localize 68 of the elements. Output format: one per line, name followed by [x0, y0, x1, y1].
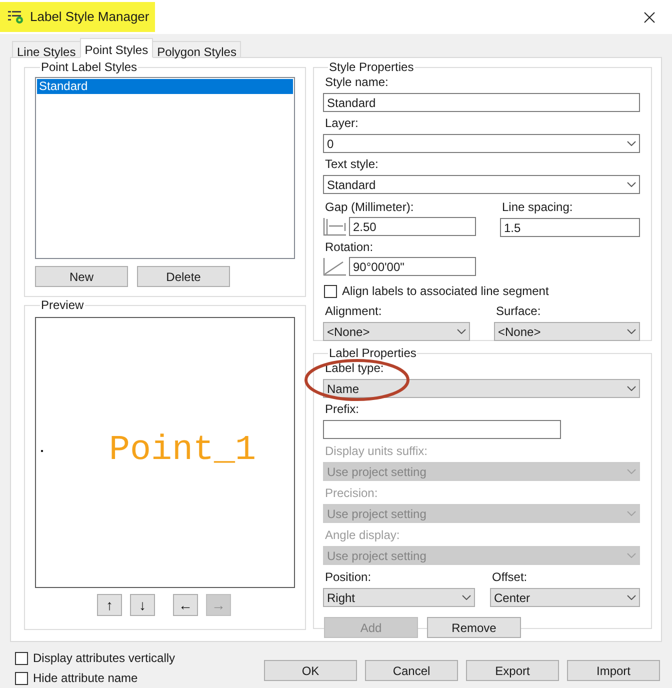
button[interactable]: Import — [567, 660, 660, 681]
list-gear-icon — [8, 10, 24, 24]
field-label: Layer: — [324, 116, 358, 130]
group-title: Point Label Styles — [40, 61, 138, 73]
field-label: Label type: — [324, 361, 384, 375]
button[interactable]: Delete — [137, 266, 230, 287]
tab[interactable]: Point Styles — [80, 38, 154, 58]
checkbox[interactable] — [324, 284, 337, 298]
button[interactable]: Cancel — [365, 660, 458, 681]
group-title: Label Properties — [328, 347, 418, 359]
button[interactable]: Remove — [427, 617, 521, 638]
field-label: Line spacing: — [501, 200, 573, 214]
chevron-icon — [457, 329, 466, 334]
text-field[interactable] — [323, 420, 561, 439]
field-label: Rotation: — [324, 240, 374, 254]
text-field[interactable]: 90°00'00" — [349, 257, 476, 276]
field-label: Precision: — [324, 486, 378, 500]
dropdown[interactable]: 0 — [323, 134, 640, 153]
field-label: Offset: — [491, 570, 528, 584]
chevron-icon — [627, 329, 636, 334]
arrow-button[interactable]: ↑ — [97, 594, 122, 616]
list-item[interactable]: Standard — [37, 79, 293, 94]
field-label: Style name: — [324, 75, 388, 89]
text-field[interactable]: 2.50 — [349, 217, 476, 236]
checkbox-label: Hide attribute name — [33, 671, 138, 685]
arrow-button[interactable]: ← — [173, 594, 198, 616]
field-label: Gap (Millimeter): — [324, 200, 414, 214]
group-title: Style Properties — [328, 61, 415, 73]
checkbox-label: Align labels to associated line segment — [342, 284, 549, 298]
tab[interactable]: Line Styles — [12, 41, 81, 58]
dropdown[interactable]: <None> — [323, 322, 470, 341]
angle-icon — [323, 257, 347, 276]
field-label: Prefix: — [324, 402, 360, 416]
point-label: Point_1 — [109, 430, 256, 470]
checkbox-label: Display attributes vertically — [33, 651, 176, 665]
field-label: Alignment: — [324, 304, 382, 318]
chevron-icon — [627, 469, 636, 474]
dropdown[interactable]: Center — [490, 588, 640, 607]
checkbox[interactable] — [15, 652, 28, 664]
field-label: Position: — [324, 570, 372, 584]
field-label: Text style: — [324, 157, 378, 171]
text-field[interactable]: 1.5 — [500, 218, 640, 237]
dropdown[interactable]: Standard — [323, 175, 640, 194]
dropdown[interactable]: <None> — [494, 322, 640, 341]
field-label: Surface: — [495, 304, 541, 318]
field-label: Display units suffix: — [324, 444, 428, 458]
chevron-icon — [627, 386, 636, 391]
checkbox[interactable] — [15, 672, 28, 684]
arrow-button[interactable]: ↓ — [130, 594, 155, 616]
chevron-icon — [627, 182, 636, 187]
group-title: Preview — [40, 299, 85, 311]
point-marker — [41, 450, 43, 452]
button[interactable]: OK — [264, 660, 357, 681]
chevron-icon — [462, 595, 471, 600]
chevron-icon — [627, 141, 636, 146]
dropdown[interactable]: Name — [323, 379, 640, 398]
button[interactable]: New — [35, 266, 128, 287]
chevron-icon — [627, 553, 636, 558]
dropdown[interactable]: Right — [323, 588, 475, 607]
button[interactable]: Export — [466, 660, 559, 681]
text-field[interactable]: Standard — [323, 93, 640, 112]
chevron-icon — [627, 511, 636, 516]
field-label: Angle display: — [324, 528, 400, 542]
gap-dimension-icon — [323, 217, 347, 236]
tab[interactable]: Polygon Styles — [152, 41, 242, 58]
chevron-icon — [627, 595, 636, 600]
window-title: Label Style Manager — [30, 8, 150, 26]
close-icon[interactable] — [644, 12, 655, 22]
